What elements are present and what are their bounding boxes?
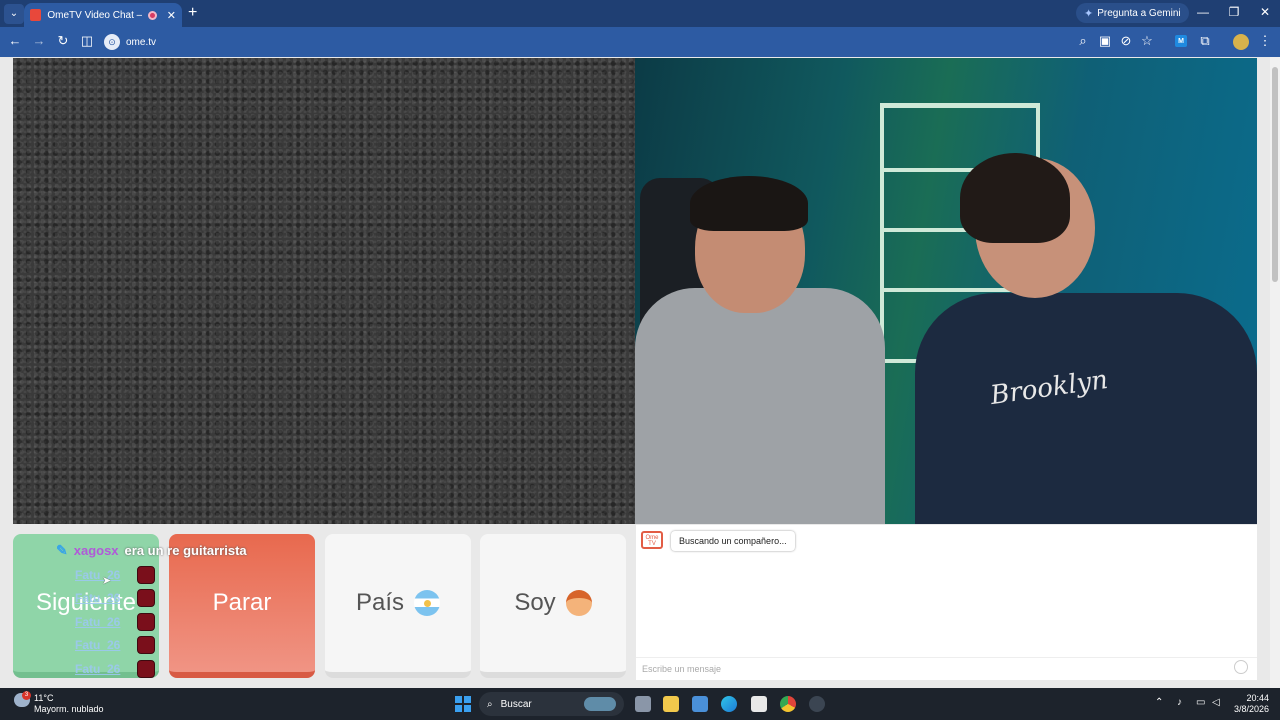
restore-button[interactable]: ❐ <box>1224 5 1244 19</box>
ometv-page: Brooklyn Siguiente Parar País Soy ✎ xago… <box>0 57 1280 688</box>
menu-kebab-icon[interactable]: ⋮ <box>1256 33 1274 49</box>
country-button[interactable]: País <box>325 534 471 678</box>
tray-chevron-icon[interactable]: ⌃ <box>1155 697 1163 708</box>
emoji-icon[interactable] <box>1234 660 1248 674</box>
pin-icon: ✎ <box>56 542 68 558</box>
edge-icon[interactable] <box>721 696 737 712</box>
forward-icon[interactable]: → <box>30 33 48 48</box>
task-view-icon[interactable] <box>635 696 651 712</box>
argentina-flag-icon <box>414 590 441 616</box>
back-icon[interactable]: ← <box>6 33 24 48</box>
cast-icon[interactable]: ▣ <box>1096 33 1114 49</box>
boy-emoji-icon <box>565 590 592 616</box>
start-button[interactable] <box>455 696 471 712</box>
feed-item: Fatu_26 <box>75 610 155 634</box>
eye-off-icon[interactable]: ⊘ <box>1117 33 1135 49</box>
search-label: Buscar <box>500 698 532 710</box>
extension-m-icon[interactable]: M <box>1175 35 1187 47</box>
weather-badge: 3 <box>22 691 31 700</box>
tab-title: OmeTV Video Chat — Ome <box>47 9 142 21</box>
split-view-icon[interactable]: ◫ <box>78 33 96 49</box>
taskbar-search[interactable]: ⌕ Buscar <box>479 692 624 716</box>
feed-item: Fatu_26 <box>75 657 155 681</box>
mouse-cursor-icon: ➤ <box>102 575 112 587</box>
app-window-icon[interactable] <box>692 696 708 712</box>
browser-toolbar: ← → ↻ ◫ ⊙ ome.tv ⌕ ▣ ⊘ ☆ M ⧉ ⋮ <box>0 27 1280 57</box>
browser-tab[interactable]: OmeTV Video Chat — Ome ✕ <box>24 3 182 27</box>
stop-label: Parar <box>212 589 272 616</box>
feed-item: Fatu_26 <box>75 634 155 658</box>
person-right-image <box>915 293 1257 524</box>
title-bar: ⌄ OmeTV Video Chat — Ome ✕ + ✦ Pregunta … <box>0 0 1280 27</box>
obs-icon[interactable] <box>809 696 825 712</box>
gemini-label: Pregunta a Gemini <box>1097 7 1181 19</box>
gender-button[interactable]: Soy <box>480 534 626 678</box>
extensions-puzzle-icon[interactable]: ⧉ <box>1196 33 1214 49</box>
reload-icon[interactable]: ↻ <box>54 33 72 49</box>
store-icon[interactable] <box>751 696 767 712</box>
stream-chat-message: ✎ xagosx era un re guitarrista <box>56 542 247 559</box>
stream-alert-feed: Fatu_26 Fatu_26 Fatu_26 Fatu_26 Fatu_26 <box>75 563 155 681</box>
scrollbar-thumb[interactable] <box>1272 67 1278 282</box>
chat-panel: Ome TV Buscando un compañero... Escribe … <box>636 525 1257 680</box>
weather-condition[interactable]: Mayorm. nublado <box>34 704 104 714</box>
system-clock[interactable]: 20:44 3/8/2026 <box>1233 693 1269 715</box>
feed-item: Fatu_26 <box>75 587 155 611</box>
search-icon: ⌕ <box>487 698 493 710</box>
profile-avatar[interactable] <box>1233 34 1249 50</box>
overlay-message: era un re guitarrista <box>124 543 247 558</box>
status-message: Buscando un compañero... <box>671 531 795 551</box>
recording-icon <box>148 10 157 20</box>
site-info-icon[interactable]: ⊙ <box>104 34 120 50</box>
fez-hat-icon <box>137 589 155 608</box>
microphone-icon[interactable]: ♪ <box>1177 697 1182 708</box>
ometv-logo: Ome TV <box>641 531 663 549</box>
self-camera-video: Brooklyn <box>635 58 1257 524</box>
feed-item: Fatu_26 <box>75 563 155 587</box>
temperature[interactable]: 11°C <box>34 693 53 703</box>
zoom-icon[interactable]: ⌕ <box>1074 33 1092 49</box>
gender-label: Soy <box>514 589 556 616</box>
minimize-button[interactable]: — <box>1193 5 1213 19</box>
search-highlight-image <box>584 697 616 711</box>
clock-date: 3/8/2026 <box>1233 704 1269 714</box>
gemini-button[interactable]: ✦ Pregunta a Gemini <box>1076 3 1189 23</box>
close-window-button[interactable]: ✕ <box>1255 5 1275 19</box>
message-input[interactable]: Escribe un mensaje <box>636 657 1257 680</box>
file-explorer-icon[interactable] <box>663 696 679 712</box>
bookmark-star-icon[interactable]: ☆ <box>1138 33 1156 49</box>
country-label: País <box>355 589 405 616</box>
gemini-sparkle-icon: ✦ <box>1084 7 1094 20</box>
url-text[interactable]: ome.tv <box>126 37 156 48</box>
fez-hat-icon <box>137 659 155 678</box>
address-bar[interactable]: ⊙ ome.tv <box>104 31 156 53</box>
partner-video-static <box>13 58 635 524</box>
new-tab-button[interactable]: + <box>188 4 197 22</box>
windows-taskbar: 3 11°C Mayorm. nublado ⌕ Buscar ⌃ ♪ ▭ ◁ … <box>0 688 1280 720</box>
person-left-image <box>635 288 885 524</box>
volume-icon[interactable]: ◁ <box>1212 697 1220 708</box>
fez-hat-icon <box>137 565 155 584</box>
close-tab-icon[interactable]: ✕ <box>167 9 176 22</box>
chrome-icon[interactable] <box>780 696 796 712</box>
tab-search-button[interactable]: ⌄ <box>4 3 24 24</box>
overlay-username: xagosx <box>73 543 119 558</box>
clock-time: 20:44 <box>1246 693 1269 703</box>
fez-hat-icon <box>137 636 155 655</box>
network-icon[interactable]: ▭ <box>1196 697 1205 708</box>
ometv-favicon-icon <box>30 9 42 21</box>
fez-hat-icon <box>137 612 155 631</box>
